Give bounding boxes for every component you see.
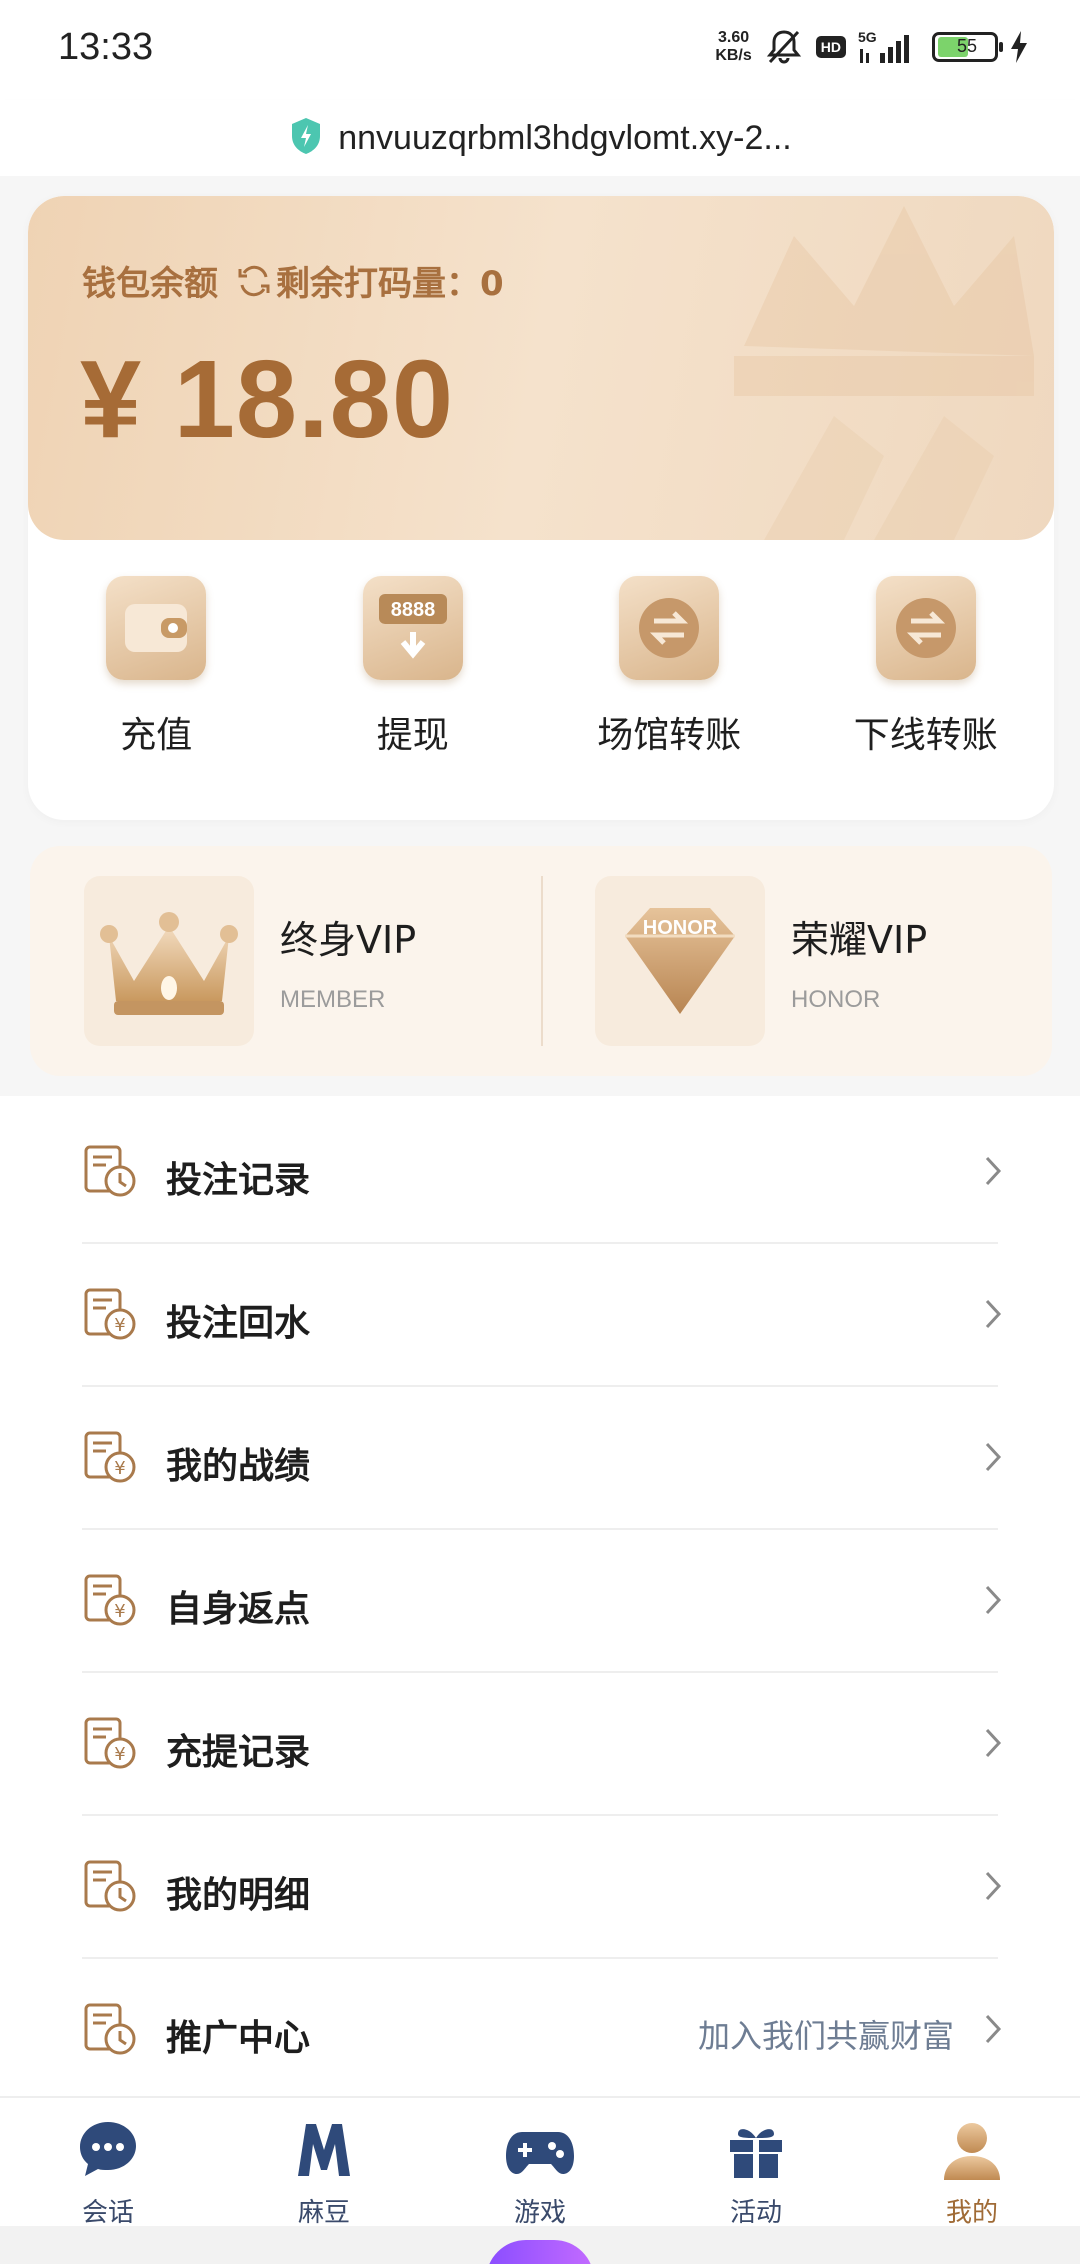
vip-title: 终身VIP <box>280 917 417 962</box>
lifetime-vip-item[interactable]: 终身VIP MEMBER <box>30 846 541 1076</box>
vip-card: 终身VIP MEMBER HONOR 荣耀VIP HONOR <box>30 846 1052 1076</box>
mute-icon <box>764 28 804 66</box>
remaining-wager-label: 剩余打码量：0 <box>276 264 504 304</box>
menu-list: 投注记录 ¥ 投注回水 ¥ 我的战绩 ¥ 自身返点 ¥ 充提记录 我的明细 推广… <box>0 1101 1080 2102</box>
bottom-tab-bar: 会话 麻豆 游戏 活动 我的 <box>0 2096 1080 2228</box>
honor-vip-item[interactable]: HONOR 荣耀VIP HONOR <box>541 846 1052 1076</box>
status-time: 13:33 <box>58 26 154 68</box>
menu-label: 投注记录 <box>166 1160 311 1201</box>
yen-document-icon: ¥ <box>82 1572 138 1632</box>
vip-subtitle: MEMBER <box>280 985 386 1013</box>
yen-document-icon: ¥ <box>82 1715 138 1775</box>
recharge-button[interactable]: 充值 <box>28 576 285 758</box>
svg-text:¥: ¥ <box>114 1744 125 1765</box>
vip-subtitle: HONOR <box>791 985 881 1013</box>
tab-mine[interactable]: 我的 <box>864 2098 1080 2228</box>
url-bar[interactable]: nnvuuzqrbml3hdgvlomt.xy-2... <box>0 100 1080 176</box>
clock-document-icon <box>82 1143 138 1203</box>
venue-transfer-button[interactable]: 场馆转账 <box>541 576 798 758</box>
menu-label: 充提记录 <box>166 1732 311 1773</box>
status-icons: 3.60 KB/s HD 5G 55 <box>715 28 1028 66</box>
gamepad-icon <box>504 2118 576 2186</box>
clock-document-icon <box>82 1858 138 1918</box>
menu-extra: 加入我们共赢财富 <box>697 2017 954 2055</box>
menu-item-my-record[interactable]: ¥ 我的战绩 <box>0 1387 1080 1530</box>
wallet-actions: 充值 8888 提现 场馆转账 下线转账 <box>28 576 1054 758</box>
tab-activities[interactable]: 活动 <box>648 2098 864 2228</box>
refresh-icon[interactable] <box>236 263 272 299</box>
signal-icon: 5G <box>858 29 920 65</box>
tab-games[interactable]: 游戏 <box>432 2098 648 2228</box>
vip-title: 荣耀VIP <box>791 917 928 962</box>
balance-label: 钱包余额 <box>82 264 218 304</box>
wallet-balance-panel: 钱包余额 剩余打码量：0 ¥ 18.80 <box>28 196 1054 540</box>
chevron-right-icon <box>984 1441 1002 1477</box>
menu-label: 我的明细 <box>166 1875 311 1916</box>
menu-item-deposit-withdraw-records[interactable]: ¥ 充提记录 <box>0 1673 1080 1816</box>
url-text: nnvuuzqrbml3hdgvlomt.xy-2... <box>338 118 792 157</box>
honor-diamond-icon: HONOR <box>595 876 765 1046</box>
gift-icon <box>724 2118 788 2186</box>
net-speed: 3.60 KB/s <box>715 29 752 64</box>
downline-transfer-button[interactable]: 下线转账 <box>798 576 1055 758</box>
charging-icon <box>1010 31 1028 63</box>
menu-item-self-rebate[interactable]: ¥ 自身返点 <box>0 1530 1080 1673</box>
withdraw-button[interactable]: 8888 提现 <box>285 576 542 758</box>
withdraw-8888-icon: 8888 <box>362 576 463 680</box>
user-icon <box>940 2118 1004 2186</box>
balance-amount: ¥ 18.80 <box>80 338 455 461</box>
crown-icon <box>84 876 254 1046</box>
svg-text:5G: 5G <box>858 29 877 45</box>
clock-document-icon <box>82 2001 138 2061</box>
chat-icon <box>76 2118 140 2186</box>
wallet-icon <box>106 576 207 680</box>
menu-item-my-details[interactable]: 我的明细 <box>0 1816 1080 1959</box>
tab-chat[interactable]: 会话 <box>0 2098 216 2228</box>
chevron-right-icon <box>984 1155 1002 1191</box>
chevron-right-icon <box>984 1584 1002 1620</box>
tab-madou[interactable]: 麻豆 <box>216 2098 432 2228</box>
chevron-right-icon <box>984 2013 1002 2049</box>
svg-text:¥: ¥ <box>114 1601 125 1622</box>
svg-text:HONOR: HONOR <box>643 917 718 939</box>
menu-label: 自身返点 <box>166 1589 311 1630</box>
menu-label: 投注回水 <box>166 1303 311 1344</box>
yen-document-icon: ¥ <box>82 1286 138 1346</box>
crown-watermark-icon <box>734 206 1034 540</box>
shield-icon <box>288 116 324 160</box>
battery-indicator: 55 <box>932 32 1003 62</box>
menu-label: 我的战绩 <box>166 1446 311 1487</box>
chevron-right-icon <box>984 1298 1002 1334</box>
yen-document-icon: ¥ <box>82 1429 138 1489</box>
hd-badge: HD <box>815 36 846 58</box>
menu-item-promotion-center[interactable]: 推广中心 加入我们共赢财富 <box>0 1959 1080 2102</box>
wallet-card: 钱包余额 剩余打码量：0 ¥ 18.80 充值 8888 提现 场馆转账 下线转… <box>28 196 1054 820</box>
menu-item-bet-records[interactable]: 投注记录 <box>0 1101 1080 1244</box>
chevron-right-icon <box>984 1727 1002 1763</box>
svg-text:8888: 8888 <box>391 599 436 621</box>
menu-label: 推广中心 <box>166 2018 311 2059</box>
status-bar: 13:33 3.60 KB/s HD 5G 55 <box>0 0 1080 100</box>
balance-header: 钱包余额 剩余打码量：0 <box>82 256 504 305</box>
transfer-icon <box>875 576 976 680</box>
svg-text:¥: ¥ <box>114 1315 125 1336</box>
svg-text:¥: ¥ <box>114 1458 125 1479</box>
madou-m-icon <box>292 2118 356 2186</box>
menu-item-bet-rebate[interactable]: ¥ 投注回水 <box>0 1244 1080 1387</box>
transfer-icon <box>619 576 720 680</box>
chevron-right-icon <box>984 1870 1002 1906</box>
